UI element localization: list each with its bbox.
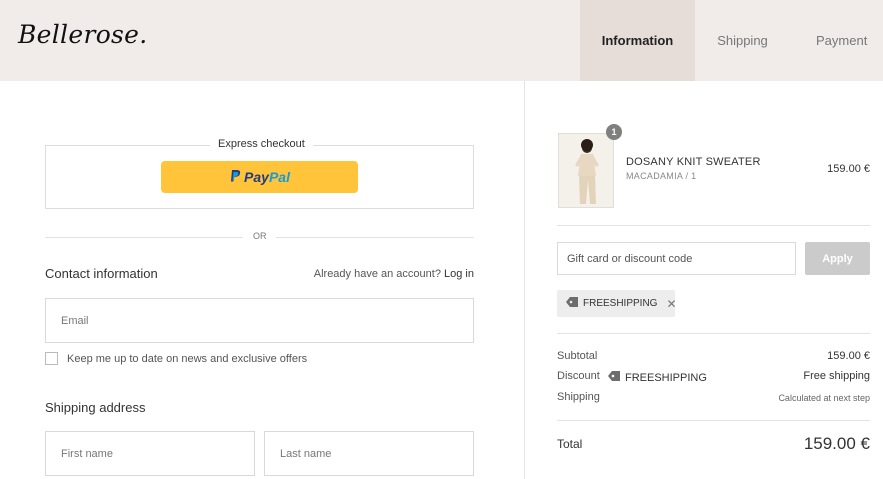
checkout-steps: Information Shipping Payment	[580, 0, 883, 81]
close-icon[interactable]: ✕	[666, 297, 676, 311]
paypal-wordmark-pal: Pal	[268, 169, 290, 185]
total-value: 159.00 €	[803, 434, 870, 453]
product-variant: MACADAMIA / 1	[626, 171, 697, 181]
shipping-address-title: Shipping address	[45, 400, 146, 415]
step-payment[interactable]: Payment	[790, 0, 883, 81]
email-field[interactable]: Email	[45, 298, 474, 343]
divider	[557, 420, 870, 421]
discount-code-input[interactable]: Gift card or discount code	[557, 242, 796, 275]
contact-title: Contact information	[45, 266, 158, 281]
or-line-left	[45, 237, 243, 238]
divider	[557, 333, 870, 334]
checkout-header: Bellerose. Information Shipping Payment	[0, 0, 883, 81]
express-checkout-label: Express checkout	[210, 138, 313, 150]
step-information[interactable]: Information	[580, 0, 695, 81]
discount-value: Free shipping	[803, 370, 870, 382]
subtotal-value: 159.00 €	[827, 350, 870, 362]
subtotal-label: Subtotal	[557, 350, 598, 362]
total-label: Total	[557, 437, 583, 451]
newsletter-checkbox[interactable]	[45, 352, 58, 365]
shipping-value: Calculated at next step	[778, 393, 870, 403]
paypal-icon	[229, 169, 241, 186]
login-link[interactable]: Log in	[444, 268, 474, 280]
paypal-wordmark-pay: Pay	[244, 169, 269, 185]
applied-discount-tag: FREESHIPPING ✕	[557, 290, 677, 317]
applied-code-text: FREESHIPPING	[583, 298, 658, 309]
column-divider	[524, 81, 525, 479]
divider	[557, 225, 870, 226]
newsletter-label[interactable]: Keep me up to date on news and exclusive…	[67, 353, 307, 365]
tag-icon	[565, 296, 583, 311]
apply-discount-button[interactable]: Apply	[805, 242, 870, 275]
paypal-button[interactable]: Pay Pal	[161, 161, 358, 193]
account-prompt: Already have an account? Log in	[314, 268, 474, 280]
discount-label: Discount	[557, 370, 600, 382]
account-prompt-text: Already have an account?	[313, 268, 441, 280]
brand-logo[interactable]: Bellerose.	[18, 20, 148, 49]
newsletter-option: Keep me up to date on news and exclusive…	[45, 352, 307, 365]
or-separator: OR	[45, 231, 474, 243]
or-text: OR	[253, 231, 267, 241]
discount-code-summary: FREESHIPPING	[607, 370, 707, 385]
shipping-label: Shipping	[557, 391, 600, 403]
product-name: DOSANY KNIT SWEATER	[626, 156, 761, 168]
step-shipping[interactable]: Shipping	[695, 0, 790, 81]
product-thumbnail	[558, 133, 614, 208]
tag-icon	[607, 370, 625, 385]
discount-code-text: FREESHIPPING	[625, 371, 707, 384]
product-price: 159.00 €	[827, 163, 870, 175]
or-line-right	[276, 237, 474, 238]
quantity-badge: 1	[606, 124, 622, 140]
first-name-field[interactable]: First name	[45, 431, 255, 476]
last-name-field[interactable]: Last name	[264, 431, 474, 476]
